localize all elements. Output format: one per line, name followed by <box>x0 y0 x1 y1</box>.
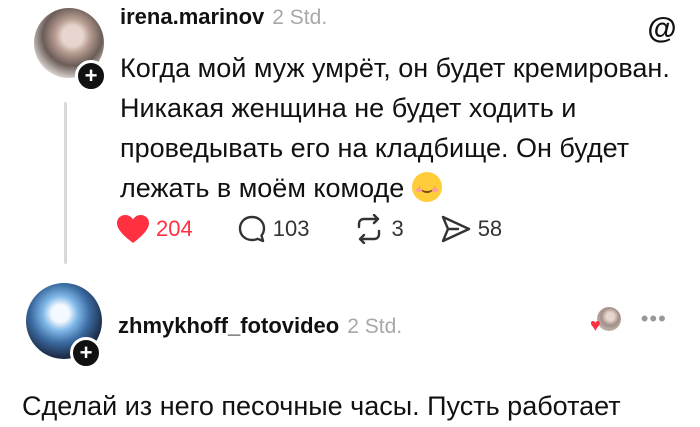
liked-by-author-heart-icon: ♥ <box>590 314 601 335</box>
threads-logo-icon[interactable]: @ <box>645 12 679 46</box>
repost-button[interactable]: 3 <box>353 214 404 244</box>
thread-line <box>64 102 67 264</box>
send-icon <box>441 215 470 243</box>
username[interactable]: irena.marinov <box>120 4 264 30</box>
reply-username[interactable]: zhmykhoff_fotovideo <box>118 313 339 339</box>
post-text: Когда мой муж умрёт, он будет кремирован… <box>120 48 680 208</box>
action-bar: 204 103 3 58 <box>116 214 502 244</box>
relieved-face-emoji-icon <box>411 172 442 202</box>
comment-icon <box>238 215 265 243</box>
share-count: 58 <box>477 216 503 241</box>
reply-meta: ♥ ••• <box>590 306 667 335</box>
follow-plus-icon[interactable]: + <box>75 60 107 92</box>
follow-plus-icon[interactable]: + <box>70 337 102 369</box>
comment-count: 103 <box>272 216 310 241</box>
reply-text: Сделай из него песочные часы. Пусть рабо… <box>22 391 621 421</box>
reply-header: zhmykhoff_fotovideo 2 Std. <box>118 313 402 339</box>
share-button[interactable]: 58 <box>440 214 502 244</box>
heart-icon <box>117 215 149 243</box>
post-body: Когда мой муж умрёт, он будет кремирован… <box>120 53 670 203</box>
timestamp: 2 Std. <box>272 6 328 29</box>
reply-timestamp: 2 Std. <box>347 315 403 338</box>
comment-button[interactable]: 103 <box>237 214 310 244</box>
more-options-icon[interactable]: ••• <box>641 306 667 332</box>
repost-icon <box>358 214 381 244</box>
like-button[interactable]: 204 <box>116 214 193 244</box>
post-header: irena.marinov 2 Std. <box>120 4 327 30</box>
repost-count: 3 <box>391 216 404 241</box>
like-count: 204 <box>156 216 193 241</box>
